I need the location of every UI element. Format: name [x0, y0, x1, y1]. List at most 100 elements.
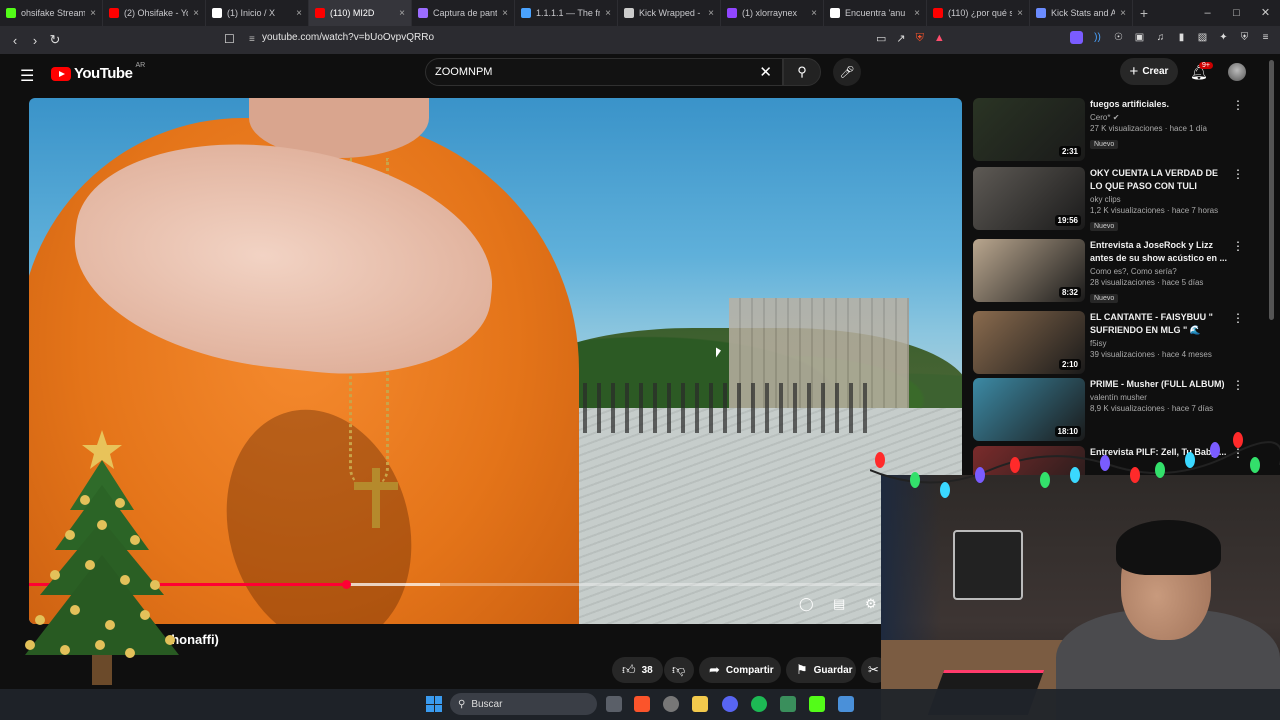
settings-gear-icon[interactable]: ⚙	[865, 596, 877, 612]
obs-icon[interactable]	[663, 696, 679, 712]
browser-tab[interactable]: (110) MI2D ×	[309, 0, 412, 26]
search-input[interactable]: ZOOMNPM ✕	[425, 58, 783, 86]
recommendation-item[interactable]: 2:10 EL CANTANTE - FAISYBUU " SUFRIENDO E…	[973, 311, 1244, 377]
ornament	[130, 535, 140, 545]
browser-tab[interactable]: (2) Ohsifake - YouTu ×	[103, 0, 206, 26]
browser-tab[interactable]: (1) Inicio / X ×	[206, 0, 309, 26]
leo-icon[interactable]: ✦	[1217, 31, 1230, 44]
tab-close-icon[interactable]: ×	[708, 8, 714, 19]
back-icon[interactable]: ‹	[5, 33, 25, 48]
more-options-icon[interactable]: ⋮	[1232, 167, 1244, 181]
minimize-icon[interactable]: –	[1193, 0, 1222, 26]
light-bulb	[1040, 472, 1050, 488]
tab-close-icon[interactable]: ×	[811, 8, 817, 19]
recommendation-item[interactable]: 2:31 fuegos artificiales. Cero* ✔ 27 K visu…	[973, 98, 1244, 164]
save-button[interactable]: ⚑ Guardar	[786, 657, 856, 683]
recommendation-thumbnail[interactable]: 19:56	[973, 167, 1085, 230]
tab-close-icon[interactable]: ×	[502, 8, 508, 19]
file-explorer-icon[interactable]	[692, 696, 708, 712]
brave-browser-icon[interactable]	[634, 696, 650, 712]
channel-name[interactable]: Como es?, Como sería?	[1090, 267, 1177, 276]
extension-icon[interactable]	[1070, 31, 1083, 44]
bookmark-icon[interactable]: ☐	[224, 32, 235, 46]
sidebar-icon[interactable]: ▮	[1175, 31, 1188, 44]
recommendation-thumbnail[interactable]: 2:31	[973, 98, 1085, 161]
site-info-icon[interactable]: ≡	[249, 34, 255, 45]
browser-tab[interactable]: Captura de pantalla ×	[412, 0, 515, 26]
browser-tab[interactable]: Kick Stats and Analy ×	[1030, 0, 1133, 26]
discord-icon[interactable]	[722, 696, 738, 712]
recommendation-title[interactable]: EL CANTANTE - FAISYBUU " SUFRIENDO EN ML…	[1090, 311, 1230, 337]
browser-tab[interactable]: 1.1.1.1 — The free a ×	[515, 0, 618, 26]
page-scrollbar[interactable]	[1269, 60, 1274, 320]
more-options-icon[interactable]: ⋮	[1232, 239, 1244, 253]
screenshot-icon[interactable]: ▣	[1133, 31, 1146, 44]
browser-tab[interactable]: Encuentra 'anu ×	[824, 0, 927, 26]
store-icon[interactable]	[838, 696, 854, 712]
brave-shield-icon[interactable]: ⛨	[916, 32, 924, 45]
browser-tab[interactable]: (110) ¿por qué se h ×	[927, 0, 1030, 26]
shield-icon[interactable]: ⛨	[1238, 31, 1251, 44]
tab-close-icon[interactable]: ×	[90, 8, 96, 19]
youtube-logo[interactable]: YouTube AR	[51, 62, 145, 82]
channel-name[interactable]: oky clips	[1090, 195, 1121, 204]
app-icon[interactable]	[780, 696, 796, 712]
browser-tab[interactable]: ohsifake Stream ×	[0, 0, 103, 26]
recommendation-item[interactable]: 19:56 OKY CUENTA LA VERDAD DE LO QUE PASO…	[973, 167, 1244, 233]
browser-menu-icon[interactable]: ≡	[1259, 31, 1272, 44]
hamburger-menu-icon[interactable]: ☰	[20, 66, 34, 86]
channel-name[interactable]: f5isy	[1090, 339, 1106, 348]
recommendation-title[interactable]: Entrevista a JoseRock y Lizz antes de su…	[1090, 239, 1230, 265]
tab-close-icon[interactable]: ×	[1017, 8, 1023, 19]
music-icon[interactable]: ♫	[1154, 31, 1167, 44]
channel-name[interactable]: valentín musher	[1090, 393, 1147, 402]
recommendation-title[interactable]: fuegos artificiales.	[1090, 98, 1230, 111]
recommendation-item[interactable]: 8:32 Entrevista a JoseRock y Lizz antes d…	[973, 239, 1244, 305]
recommendation-thumbnail[interactable]: 8:32	[973, 239, 1085, 302]
avatar[interactable]	[1228, 63, 1246, 81]
close-window-icon[interactable]: ✕	[1251, 0, 1280, 26]
brave-rewards-icon[interactable]: ▲	[934, 32, 945, 45]
vpn-icon[interactable]: ))	[1091, 31, 1104, 44]
reload-icon[interactable]: ↻	[45, 32, 65, 48]
more-options-icon[interactable]: ⋮	[1232, 311, 1244, 325]
spotify-icon[interactable]	[751, 696, 767, 712]
more-options-icon[interactable]: ⋮	[1232, 98, 1244, 112]
channel-name[interactable]: Cero*	[1090, 113, 1110, 122]
voice-search-button[interactable]: 🎤︎	[833, 58, 861, 86]
new-tab-button[interactable]: +	[1133, 5, 1155, 21]
share-icon[interactable]: ↗	[896, 32, 905, 45]
kick-icon[interactable]	[809, 696, 825, 712]
browser-tab[interactable]: Kick Wrapped - Pro ×	[618, 0, 721, 26]
task-view-icon[interactable]	[606, 696, 622, 712]
dislike-button[interactable]: 👎︎	[664, 657, 694, 683]
more-options-icon[interactable]: ⋮	[1232, 378, 1244, 392]
recommendation-title[interactable]: PRIME - Musher (FULL ALBUM)	[1090, 378, 1230, 391]
tab-close-icon[interactable]: ×	[193, 8, 199, 19]
recommendation-thumbnail[interactable]: 2:10	[973, 311, 1085, 374]
share-button[interactable]: ➦ Compartir	[699, 657, 781, 683]
maximize-icon[interactable]: □	[1222, 0, 1251, 26]
browser-tab[interactable]: (1) xlorraynex ×	[721, 0, 824, 26]
search-button[interactable]: ⚲	[783, 58, 821, 86]
tab-close-icon[interactable]: ×	[605, 8, 611, 19]
tab-close-icon[interactable]: ×	[296, 8, 302, 19]
create-button[interactable]: + Crear	[1120, 58, 1178, 85]
cast-icon[interactable]: ▭	[876, 32, 886, 45]
tab-close-icon[interactable]: ×	[399, 8, 405, 19]
like-button[interactable]: 👍︎ 38	[612, 657, 663, 683]
recommendation-title[interactable]: OKY CUENTA LA VERDAD DE LO QUE PASO CON …	[1090, 167, 1230, 193]
autoplay-toggle-icon[interactable]: ◯	[799, 596, 814, 612]
windows-start-icon[interactable]	[426, 696, 442, 712]
forward-icon[interactable]: ›	[25, 33, 45, 48]
wallet-icon[interactable]: ▧	[1196, 31, 1209, 44]
tab-close-icon[interactable]: ×	[914, 8, 920, 19]
tab-favicon-icon	[1036, 8, 1046, 18]
taskbar-search[interactable]: ⚲ Buscar	[450, 693, 597, 715]
puzzle-icon[interactable]: ☉	[1112, 31, 1125, 44]
url-field[interactable]: youtube.com/watch?v=bUoOvpvQRRo	[262, 32, 434, 43]
tab-close-icon[interactable]: ×	[1120, 8, 1126, 19]
youtube-header: ☰ YouTube AR ZOOMNPM ✕ ⚲ 🎤︎ + Crear 🔔︎ 9…	[0, 54, 1270, 96]
subtitles-icon[interactable]: ▤	[833, 596, 845, 612]
clear-search-icon[interactable]: ✕	[759, 63, 772, 81]
